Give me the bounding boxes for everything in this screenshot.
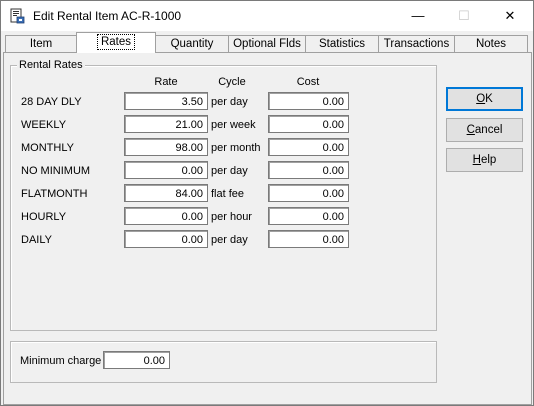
rate-field[interactable]: 3.50 [124, 92, 208, 110]
rate-field[interactable]: 84.00 [124, 184, 208, 202]
title-bar[interactable]: Edit Rental Item AC-R-1000 — ☐ ✕ [1, 1, 533, 31]
cycle-text: per hour [211, 211, 252, 223]
rate-field[interactable]: 0.00 [124, 161, 208, 179]
rate-row-name: HOURLY [21, 211, 67, 223]
cancel-button-mnemonic: C [466, 124, 475, 136]
tab-item[interactable]: Item [5, 35, 77, 52]
tab-quantity[interactable]: Quantity [155, 35, 229, 52]
tab-rates[interactable]: Rates [76, 32, 156, 53]
ok-button-label: K [485, 93, 493, 105]
rate-row-name: MONTHLY [21, 142, 74, 154]
help-button-mnemonic: H [472, 154, 481, 166]
cycle-text: flat fee [211, 188, 245, 200]
cycle-text: per day [211, 96, 248, 108]
cancel-button[interactable]: Cancel [446, 118, 523, 142]
rental-rates-group-label: Rental Rates [17, 59, 85, 71]
ok-button[interactable]: OK [446, 87, 523, 111]
maximize-button: ☐ [458, 8, 470, 23]
cost-field[interactable]: 0.00 [268, 138, 349, 156]
cost-field[interactable]: 0.00 [268, 161, 349, 179]
cost-field[interactable]: 0.00 [268, 230, 349, 248]
cost-field[interactable]: 0.00 [268, 207, 349, 225]
app-icon [10, 8, 25, 24]
rate-field[interactable]: 21.00 [124, 115, 208, 133]
cycle-text: per day [211, 165, 248, 177]
ok-button-mnemonic: O [476, 93, 486, 105]
minimum-charge-label: Minimum charge [20, 355, 102, 367]
cost-field[interactable]: 0.00 [268, 92, 349, 110]
tab-quantity-label: Quantity [170, 38, 214, 50]
tab-rates-label: Rates [96, 34, 136, 50]
tab-transactions[interactable]: Transactions [378, 35, 455, 52]
tab-notes[interactable]: Notes [454, 35, 528, 52]
tab-statistics-label: Statistics [318, 38, 365, 50]
cycle-text: per month [211, 142, 261, 154]
rate-row-name: 28 DAY DLY [21, 96, 82, 108]
help-button[interactable]: Help [446, 148, 523, 172]
tab-optional-flds[interactable]: Optional Flds [228, 35, 306, 52]
dialog-window: Edit Rental Item AC-R-1000 — ☐ ✕ Item Ra… [0, 0, 534, 406]
cycle-text: per week [211, 119, 256, 131]
tab-item-label: Item [29, 38, 53, 50]
minimum-charge-field[interactable]: 0.00 [103, 351, 170, 369]
rate-column-header: Rate [154, 76, 178, 88]
window-title: Edit Rental Item AC-R-1000 [33, 9, 182, 23]
tab-statistics[interactable]: Statistics [305, 35, 379, 52]
help-button-label: elp [480, 154, 497, 166]
rate-row-name: WEEKLY [21, 119, 67, 131]
rate-row-name: DAILY [21, 234, 52, 246]
cycle-column-header: Cycle [218, 76, 246, 88]
rate-field[interactable]: 98.00 [124, 138, 208, 156]
rate-row-name: NO MINIMUM [21, 165, 91, 177]
rate-field[interactable]: 0.00 [124, 230, 208, 248]
tab-optional-flds-label: Optional Flds [233, 38, 301, 50]
tab-transactions-label: Transactions [383, 38, 450, 50]
cost-column-header: Cost [296, 76, 320, 88]
close-button[interactable]: ✕ [487, 1, 533, 31]
cycle-text: per day [211, 234, 248, 246]
tab-notes-label: Notes [475, 38, 507, 50]
cost-field[interactable]: 0.00 [268, 115, 349, 133]
rate-row-name: FLATMONTH [21, 188, 88, 200]
tab-strip: Item Rates Quantity Optional Flds Statis… [1, 31, 533, 53]
rate-field[interactable]: 0.00 [124, 207, 208, 225]
cost-field[interactable]: 0.00 [268, 184, 349, 202]
cancel-button-label: ancel [474, 124, 503, 136]
minimize-button[interactable]: — [395, 1, 441, 31]
